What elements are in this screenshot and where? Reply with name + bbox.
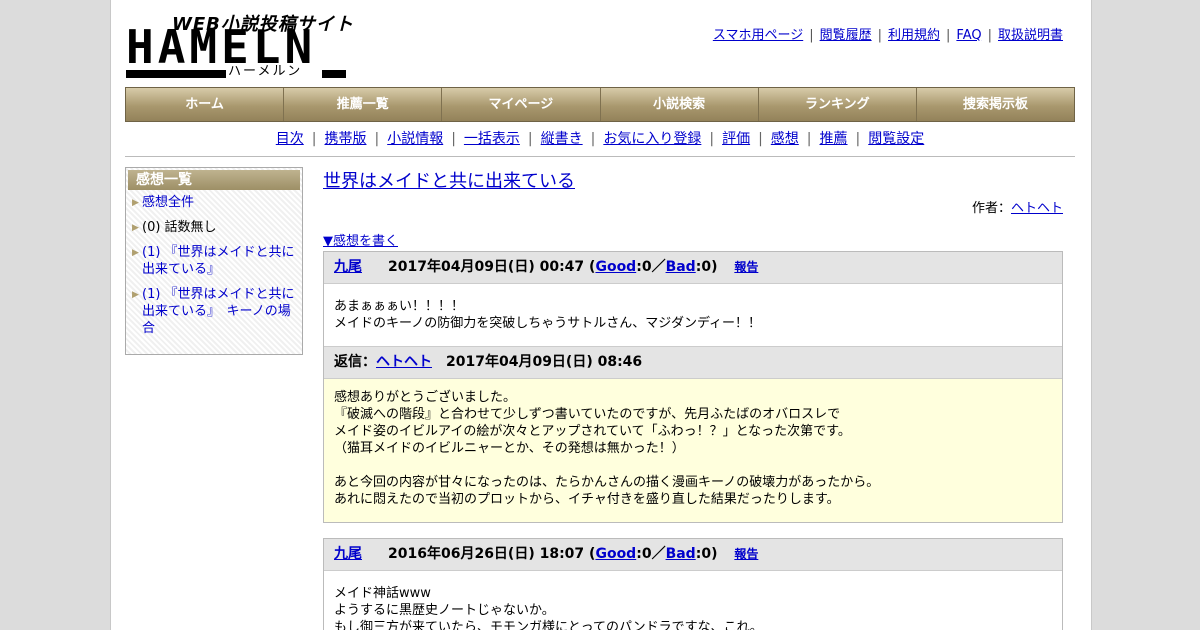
nav-ranking[interactable]: ランキング	[758, 88, 917, 121]
review-line: メイド神話www	[334, 586, 431, 601]
subnav-favorite[interactable]: お気に入り登録	[603, 131, 701, 147]
sidebar-link-episode-1[interactable]: (1) 『世界はメイドと共に出来ている』	[142, 245, 295, 277]
reply-label: 返信：	[334, 354, 376, 370]
subnav-reviews[interactable]: 感想	[771, 131, 799, 147]
sidebar-list: ▶ 感想全件 ▶ (0) 話数無し ▶ (1) 『世界はメイドと共に出来ている』 ▶(…	[126, 194, 302, 337]
reply-header: 返信：ヘトヘト 2017年04月09日(日) 08:46	[324, 346, 1062, 379]
link-faq[interactable]: FAQ	[956, 28, 981, 43]
good-button[interactable]: Good	[595, 546, 636, 562]
good-count: 0	[641, 546, 652, 562]
author-label: 作者：	[971, 201, 1011, 216]
review-line: メイドのキーノの防御力を突破しちゃうサトルさん、マジダンディー！！	[334, 316, 762, 331]
sidebar-title: 感想一覧	[128, 170, 300, 190]
sidebar-item-no-episode: ▶ (0) 話数無し	[132, 219, 296, 236]
review-line: もし御三方が来ていたら、モモンガ様にとってのパンドラですな、これ。	[334, 620, 763, 630]
author-line: 作者：ヘトヘト	[323, 197, 1063, 216]
reply-user-link[interactable]: ヘトヘト	[376, 354, 432, 370]
subnav-vertical[interactable]: 縦書き	[541, 131, 583, 147]
review-header: 九尾 2016年06月26日(日) 18:07 (Good:0／Bad:0) 報告	[324, 539, 1062, 571]
logo-kana: ハーメルン	[228, 64, 303, 79]
bad-count: 0	[701, 546, 712, 562]
nav-recommend-list[interactable]: 推薦一覧	[284, 88, 443, 121]
nav-search-board[interactable]: 捜索掲示板	[916, 88, 1075, 121]
write-review-link[interactable]: ▼感想を書く	[323, 230, 1063, 249]
subnav-rating[interactable]: 評価	[722, 131, 750, 147]
reply-date: 2017年04月09日(日) 08:46	[446, 354, 643, 370]
sidebar-item-episode-2: ▶ (1) 『世界はメイドと共に出来ている』 キーノの場合	[132, 286, 296, 337]
reply-line: あと今回の内容が甘々になったのは、たらかんさんの描く漫画キーノの破壊力があったか…	[334, 475, 880, 490]
link-terms[interactable]: 利用規約	[888, 28, 940, 43]
novel-subnav: 目次 | 携帯版 | 小説情報 | 一括表示 | 縦書き | お気に入り登録 | 評価 | 感想 | 推薦 | 閲覧…	[275, 131, 925, 147]
reply-line: 感想ありがとうございました。	[334, 390, 517, 405]
nav-home[interactable]: ホーム	[126, 88, 285, 121]
subnav-recommend[interactable]: 推薦	[820, 131, 848, 147]
bad-button[interactable]: Bad	[666, 546, 696, 562]
sidebar: 感想一覧 ▶ 感想全件 ▶ (0) 話数無し ▶ (1) 『世界はメイドと共に出来てい…	[125, 167, 303, 355]
link-history[interactable]: 閲覧履歴	[820, 28, 872, 43]
nav-mypage[interactable]: マイページ	[442, 88, 601, 121]
triangle-icon: ▶	[132, 248, 139, 258]
review-user-link[interactable]: 九尾	[334, 546, 362, 562]
subnav-mobile[interactable]: 携帯版	[324, 131, 366, 147]
main-nav: ホーム 推薦一覧 マイページ 小説検索 ランキング 捜索掲示板	[125, 87, 1075, 122]
bad-count: 0	[701, 259, 712, 275]
subnav-view-settings[interactable]: 閲覧設定	[868, 131, 924, 147]
subnav-show-all[interactable]: 一括表示	[464, 131, 520, 147]
logo-underline	[126, 70, 226, 78]
site-logo[interactable]: WEB小説投稿サイト HAMELN ハーメルン	[126, 10, 353, 80]
sidebar-link-all[interactable]: 感想全件	[142, 195, 194, 210]
review-header: 九尾 2017年04月09日(日) 00:47 (Good:0／Bad:0) 報告	[324, 252, 1062, 284]
top-links: スマホ用ページ | 閲覧履歴 | 利用規約 | FAQ | 取扱説明書	[712, 28, 1063, 43]
triangle-icon: ▶	[132, 290, 139, 300]
sidebar-item-episode-1: ▶ (1) 『世界はメイドと共に出来ている』	[132, 244, 296, 278]
review-line: ようするに黒歴史ノートじゃないか。	[334, 603, 555, 618]
reply-line: 『破滅への階段』と合わせて少しずつ書いていたのですが、先月ふたばのオバロスレで	[334, 407, 841, 422]
review-body: あまぁぁぁい！！！！ メイドのキーノの防御力を突破しちゃうサトルさん、マジダンデ…	[324, 284, 1062, 346]
review-user-link[interactable]: 九尾	[334, 259, 362, 275]
nav-novel-search[interactable]: 小説検索	[600, 88, 759, 121]
triangle-icon: ▶	[132, 223, 139, 233]
link-smartphone[interactable]: スマホ用ページ	[713, 28, 803, 43]
author-link[interactable]: ヘトヘト	[1011, 201, 1063, 216]
sidebar-text-no-episode: (0) 話数無し	[142, 220, 217, 235]
review-date: 2016年06月26日(日) 18:07	[388, 546, 585, 562]
report-link[interactable]: 報告	[734, 547, 758, 561]
report-link[interactable]: 報告	[734, 260, 758, 274]
reply-line: （猫耳メイドのイビルニャーとか、その発想は無かった！）	[334, 441, 685, 456]
novel-title[interactable]: 世界はメイドと共に出来ている	[323, 167, 575, 193]
review-card: 九尾 2017年04月09日(日) 00:47 (Good:0／Bad:0) 報告…	[323, 251, 1063, 523]
subnav-novel-info[interactable]: 小説情報	[387, 131, 443, 147]
triangle-icon: ▶	[132, 198, 139, 208]
good-button[interactable]: Good	[595, 259, 636, 275]
sidebar-item-all: ▶ 感想全件	[132, 194, 296, 211]
divider	[125, 156, 1075, 157]
main-content: 世界はメイドと共に出来ている 作者：ヘトヘト ▼感想を書く 九尾 2017年04月…	[323, 167, 1063, 630]
reply-line: あれに悶えたので当初のプロットから、イチャ付きを盛り直した結果だったりします。	[334, 492, 840, 507]
page-container: WEB小説投稿サイト HAMELN ハーメルン スマホ用ページ | 閲覧履歴 | 利用規…	[110, 0, 1092, 630]
reply-blank-line	[334, 457, 1052, 474]
subnav-toc[interactable]: 目次	[276, 131, 304, 147]
good-count: 0	[641, 259, 652, 275]
review-body: メイド神話www ようするに黒歴史ノートじゃないか。 もし御三方が来ていたら、モ…	[324, 571, 1062, 630]
sidebar-link-episode-2[interactable]: (1) 『世界はメイドと共に出来ている』 キーノの場合	[142, 287, 295, 336]
review-line: あまぁぁぁい！！！！	[334, 299, 465, 314]
bad-button[interactable]: Bad	[666, 259, 696, 275]
review-date: 2017年04月09日(日) 00:47	[388, 259, 585, 275]
logo-underline-right	[322, 70, 346, 78]
reply-line: メイド姿のイビルアイの絵が次々とアップされていて「ふわっ！？」となった次第です。	[334, 424, 851, 439]
reply-body: 感想ありがとうございました。 『破滅への階段』と合わせて少しずつ書いていたのです…	[324, 379, 1062, 522]
review-card: 九尾 2016年06月26日(日) 18:07 (Good:0／Bad:0) 報告…	[323, 538, 1063, 630]
link-manual[interactable]: 取扱説明書	[998, 28, 1063, 43]
